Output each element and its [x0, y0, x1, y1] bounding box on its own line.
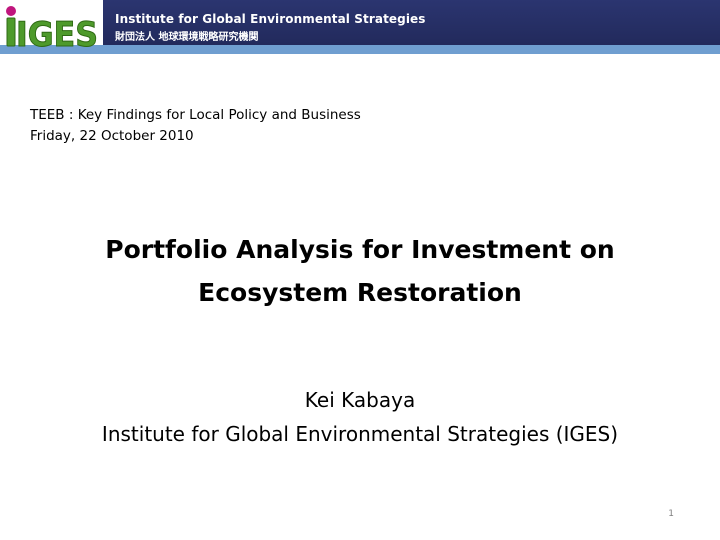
org-name-japanese: 財団法人 地球環境戦略研究機関 — [115, 32, 259, 43]
slide-number: 1 — [668, 509, 674, 519]
org-name-english: Institute for Global Environmental Strat… — [115, 12, 426, 26]
event-title: TEEB : Key Findings for Local Policy and… — [30, 107, 361, 123]
iges-logo: IGES — [6, 6, 99, 50]
header-bar: IGES Institute for Global Environmental … — [0, 0, 720, 54]
header-blue-stripe — [0, 45, 720, 54]
author-affiliation: Institute for Global Environmental Strat… — [101, 422, 619, 446]
slide-title-line-1: Portfolio Analysis for Investment on — [105, 235, 615, 264]
slide-title: Portfolio Analysis for Investment on Eco… — [0, 228, 720, 314]
author-name: Kei Kabaya — [304, 388, 416, 412]
slide-title-line-2: Ecosystem Restoration — [198, 278, 522, 307]
event-date: Friday, 22 October 2010 — [30, 128, 194, 144]
logo-wordmark: IGES — [16, 15, 98, 50]
